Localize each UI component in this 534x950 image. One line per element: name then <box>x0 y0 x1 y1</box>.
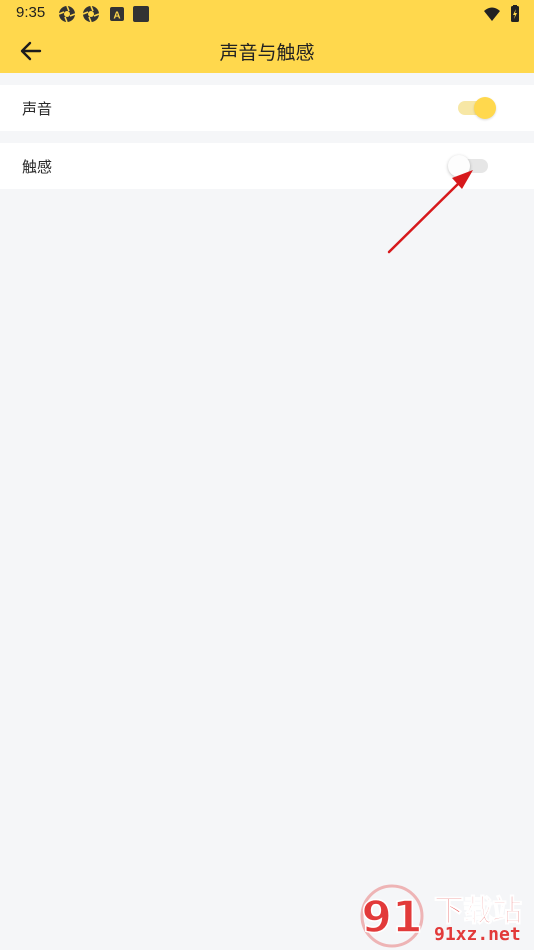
font-a-glyph: A <box>113 11 120 22</box>
app-bar: 声音与触感 <box>0 28 534 73</box>
page-title: 声音与触感 <box>219 42 315 64</box>
arrow-left-icon[interactable] <box>18 38 44 64</box>
status-bar: 9:35 A <box>0 0 534 28</box>
square-app-icon <box>133 6 149 22</box>
battery-charging-icon <box>511 5 519 22</box>
watermark-url-text: 91xz.net <box>434 924 521 945</box>
haptics-toggle-knob <box>448 155 470 177</box>
watermark-logo: 91 <box>360 884 424 948</box>
sound-toggle[interactable] <box>458 97 496 119</box>
watermark: 91 下载站 91xz.net <box>358 882 534 950</box>
aperture-icon <box>58 5 76 23</box>
settings-row-sound[interactable]: 声音 <box>0 85 534 131</box>
font-a-icon: A <box>110 7 124 22</box>
status-time: 9:35 <box>16 4 46 21</box>
aperture-icon <box>82 5 100 23</box>
haptics-toggle[interactable] <box>448 155 488 177</box>
sound-label: 声音 <box>22 100 53 118</box>
settings-row-haptics[interactable]: 触感 <box>0 143 534 189</box>
sound-toggle-knob <box>474 97 496 119</box>
wifi-icon <box>484 7 500 21</box>
watermark-logo-text: 91 <box>361 892 422 943</box>
haptics-label: 触感 <box>22 158 53 176</box>
